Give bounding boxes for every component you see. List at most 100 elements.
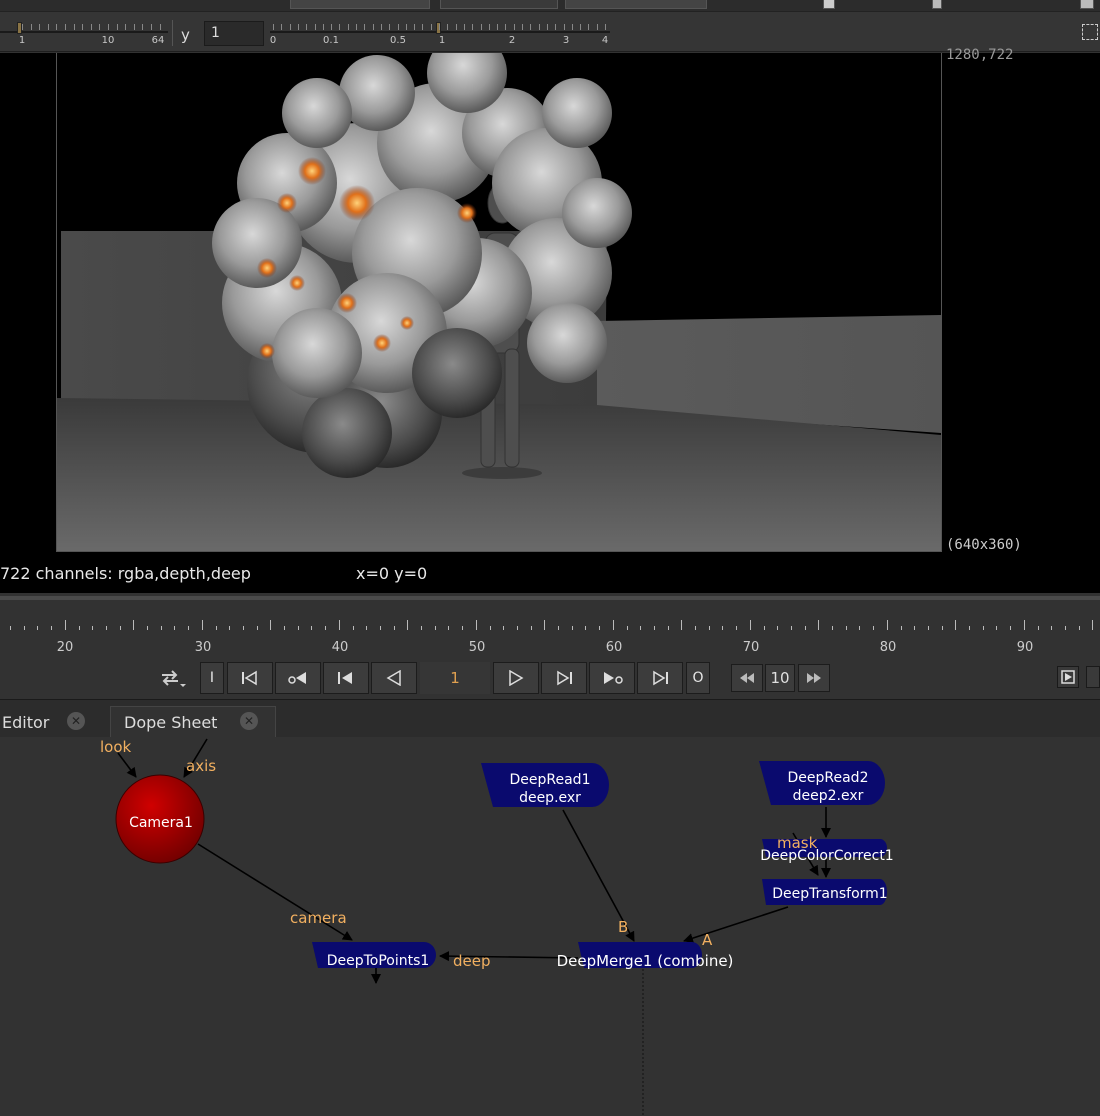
step-back-increment-button[interactable] [731,664,763,692]
loop-mode-icon[interactable] [158,666,188,690]
timeline-tick [791,626,792,630]
timeline-tick [421,626,422,630]
timeline-tick [1024,620,1025,630]
flipbook-icon [1061,670,1075,684]
in-point-button[interactable]: I [200,662,224,694]
timeline-tick [65,620,66,630]
tab-label: Dope Sheet [124,713,218,732]
slider-tick [39,24,40,30]
pipe-a[interactable] [683,906,789,943]
close-icon[interactable]: ✕ [67,712,85,730]
timeline-tick [572,626,573,630]
timeline-tick [1010,626,1011,630]
next-keyframe-button[interactable] [589,662,635,694]
timeline-tick [51,626,52,630]
slider-tick [323,24,324,30]
timeline-tick [736,626,737,630]
timeline[interactable]: 20 30 40 50 60 70 80 90 I 1 O 10 [0,596,1100,696]
slider-tick [414,24,415,30]
input-a-selector[interactable] [290,0,430,9]
timeline-tick [805,626,806,630]
tab-curve-editor[interactable]: Editor [0,706,110,738]
slider-tick [547,24,548,30]
viewer-panel[interactable]: 1280,722 (640x360) [0,47,1100,553]
flipbook-button[interactable] [1057,666,1079,688]
lock-icon[interactable] [932,0,942,9]
proxy-resolution-label: (640x360) [946,537,1022,553]
timeline-tick [914,626,915,630]
rewind-icon [740,673,754,683]
timeline-tick [777,626,778,630]
current-frame-field[interactable]: 1 [420,662,490,694]
timeline-tick [517,626,518,630]
timeline-tick [1079,626,1080,630]
out-point-button[interactable]: O [686,662,710,694]
timeline-tick [339,620,340,630]
timeline-tick [654,626,655,630]
slider-tick [364,24,365,30]
slider-tick [65,24,66,30]
timeline-tick [996,626,997,630]
input-label-axis: axis [186,757,217,775]
region-select-icon[interactable] [1082,24,1098,40]
timeline-tick [120,626,121,630]
timeline-tick [873,626,874,630]
timeline-tick [270,620,271,630]
timeline-tick [353,626,354,630]
pipe-look[interactable] [117,752,137,778]
play-backward-button[interactable] [371,662,417,694]
slider-tick [331,24,332,30]
gamma-tick-label: 2 [508,35,516,46]
step-forward-increment-button[interactable] [798,664,830,692]
timeline-tick [627,626,628,630]
next-frame-button[interactable] [541,662,587,694]
play-icon [509,670,524,686]
viewer-image[interactable] [56,53,942,552]
first-frame-button[interactable] [227,662,273,694]
gamma-tick-label: 0.5 [390,35,406,46]
timeline-tick [216,626,217,630]
input-b-selector[interactable] [565,0,707,9]
viewer-toolbar: 1 10 64 y 1 0 0.1 0.5 1 2 3 4 [0,0,1100,52]
roi-icon[interactable] [823,0,835,9]
timeline-label: 20 [56,640,74,655]
node-graph[interactable]: Camera1 look axis DeepRead1 deep.exr Dee… [0,737,1100,1116]
skip-start-icon [242,670,257,686]
timeline-tick [901,626,902,630]
slider-tick [273,24,274,30]
slider-tick [580,24,581,30]
gamma-tick-label: 3 [562,35,570,46]
slider-tick [514,24,515,30]
timeline-tick [722,626,723,630]
compare-selector[interactable] [440,0,558,9]
timeline-tick [503,626,504,630]
timeline-tick [448,626,449,630]
slider-tick [439,24,440,30]
render-button[interactable] [1086,666,1100,688]
input-label-camera: camera [290,909,347,927]
deepmerge-label: DeepMerge1 (combine) [556,952,734,970]
prev-frame-button[interactable] [323,662,369,694]
slider-tick [456,24,457,30]
gamma-input[interactable]: 1 [204,21,264,46]
close-icon[interactable]: ✕ [240,712,258,730]
play-forward-button[interactable] [493,662,539,694]
slider-tick [339,24,340,30]
timeline-tick [764,626,765,630]
last-frame-button[interactable] [637,662,683,694]
prev-keyframe-button[interactable] [275,662,321,694]
slider-tick [564,24,565,30]
panel-tab-bar: Editor ✕ Dope Sheet ✕ [0,699,1100,738]
slider-tick [472,24,473,30]
timeline-tick [558,626,559,630]
timeline-tick [284,626,285,630]
timeline-tick [79,626,80,630]
next-keyframe-icon [604,672,623,684]
frame-increment-field[interactable]: 10 [765,664,795,692]
slider-tick [315,24,316,30]
timeline-tick [202,620,203,630]
timeline-tick [188,626,189,630]
timeline-tick [1051,626,1052,630]
slider-tick [99,24,100,30]
grid-icon[interactable] [1080,0,1094,9]
